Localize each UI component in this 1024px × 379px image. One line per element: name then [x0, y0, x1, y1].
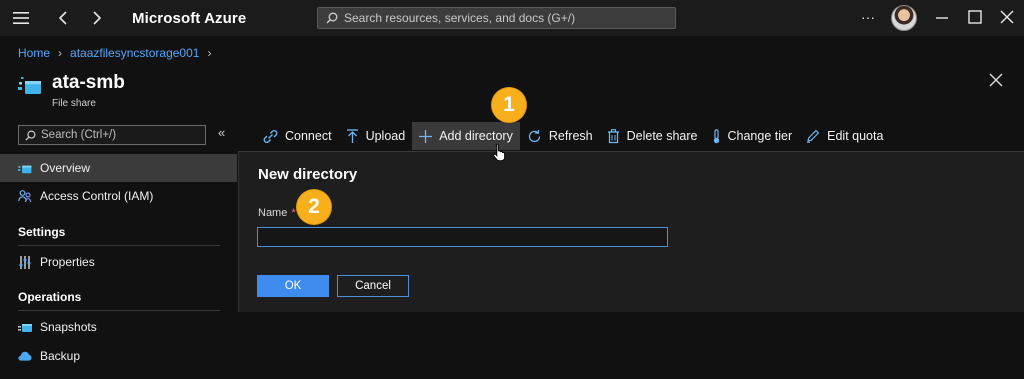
sidebar-search[interactable] [18, 125, 206, 145]
window-close-icon[interactable] [999, 9, 1015, 25]
directory-name-input[interactable] [258, 228, 667, 246]
snapshots-icon [18, 320, 32, 334]
breadcrumb-home[interactable]: Home [18, 46, 50, 60]
sidebar-item-snapshots[interactable]: Snapshots [0, 313, 237, 341]
sidebar-item-label: Snapshots [40, 320, 97, 334]
callout-badge-2: 2 [297, 190, 331, 224]
callout-badge-1: 1 [492, 88, 526, 122]
search-icon [326, 12, 338, 24]
sidebar-item-backup[interactable]: Backup [0, 342, 237, 370]
page-subtitle: File share [52, 98, 96, 109]
divider [18, 245, 220, 246]
upload-button[interactable]: Upload [339, 122, 413, 150]
search-icon [25, 130, 36, 141]
more-options-icon[interactable]: ··· [858, 8, 878, 26]
panel-title: New directory [258, 166, 358, 183]
file-share-icon [18, 75, 42, 95]
collapse-sidebar-icon[interactable]: « [218, 125, 225, 140]
upload-label: Upload [365, 129, 406, 143]
close-blade-icon[interactable] [987, 72, 1005, 90]
refresh-icon [528, 129, 540, 142]
sidebar-item-label: Properties [40, 255, 95, 269]
hamburger-menu-icon[interactable] [12, 10, 30, 26]
sidebar-item-label: Access Control (IAM) [40, 189, 154, 203]
chevron-right-icon: › [207, 46, 212, 60]
global-search[interactable] [317, 7, 676, 29]
people-icon [18, 189, 32, 203]
sidebar-search-input[interactable] [41, 129, 201, 141]
command-bar: Connect Upload Add directory Refresh Del… [256, 121, 890, 151]
name-label-text: Name [258, 207, 288, 219]
properties-icon [18, 255, 32, 269]
avatar[interactable] [891, 5, 917, 31]
minimize-icon[interactable] [934, 10, 950, 26]
edit-quota-button[interactable]: Edit quota [799, 122, 890, 150]
sidebar-section-settings: Settings [18, 225, 66, 239]
required-marker: * [291, 207, 296, 219]
change-tier-label: Change tier [727, 129, 793, 143]
refresh-button[interactable]: Refresh [520, 122, 600, 150]
file-share-icon [18, 161, 32, 175]
breadcrumb-storage-account[interactable]: ataazfilesyncstorage001 [70, 46, 199, 60]
forward-arrow-icon[interactable] [90, 10, 104, 26]
page-title: ata-smb [52, 72, 125, 93]
divider [18, 310, 220, 311]
back-arrow-icon[interactable] [55, 10, 69, 26]
sidebar-item-access-control[interactable]: Access Control (IAM) [0, 182, 237, 210]
sidebar-item-label: Backup [40, 349, 81, 363]
chevron-right-icon: › [58, 46, 63, 60]
top-bar: Microsoft Azure ··· [0, 0, 1024, 36]
sidebar-item-overview[interactable]: Overview [0, 154, 237, 182]
cancel-button[interactable]: Cancel [337, 275, 409, 297]
sidebar-item-label: Overview [40, 161, 91, 175]
connect-icon [263, 129, 278, 143]
name-field[interactable] [257, 227, 668, 247]
breadcrumb: Home › ataazfilesyncstorage001 › [18, 46, 211, 60]
edit-quota-label: Edit quota [827, 129, 884, 143]
change-tier-button[interactable]: Change tier [705, 122, 800, 150]
plus-icon [419, 129, 433, 143]
delete-share-label: Delete share [626, 129, 698, 143]
name-field-label: Name * [258, 207, 296, 219]
thermometer-icon [713, 128, 719, 143]
connect-button[interactable]: Connect [256, 122, 339, 150]
maximize-icon[interactable] [967, 9, 983, 25]
sidebar-item-properties[interactable]: Properties [0, 248, 237, 276]
refresh-label: Refresh [548, 129, 593, 143]
ok-button[interactable]: OK [257, 275, 329, 297]
trash-icon [607, 128, 619, 143]
backup-icon [18, 349, 32, 363]
delete-share-button[interactable]: Delete share [600, 122, 705, 150]
upload-icon [346, 128, 358, 143]
add-directory-label: Add directory [439, 129, 513, 143]
sidebar-section-operations: Operations [18, 290, 82, 304]
pencil-icon [807, 129, 820, 143]
connect-label: Connect [285, 129, 332, 143]
hand-pointer-icon [493, 143, 507, 162]
new-directory-panel: New directory Name * OK Cancel [238, 151, 1024, 312]
app-title[interactable]: Microsoft Azure [132, 10, 246, 27]
global-search-input[interactable] [344, 11, 664, 25]
